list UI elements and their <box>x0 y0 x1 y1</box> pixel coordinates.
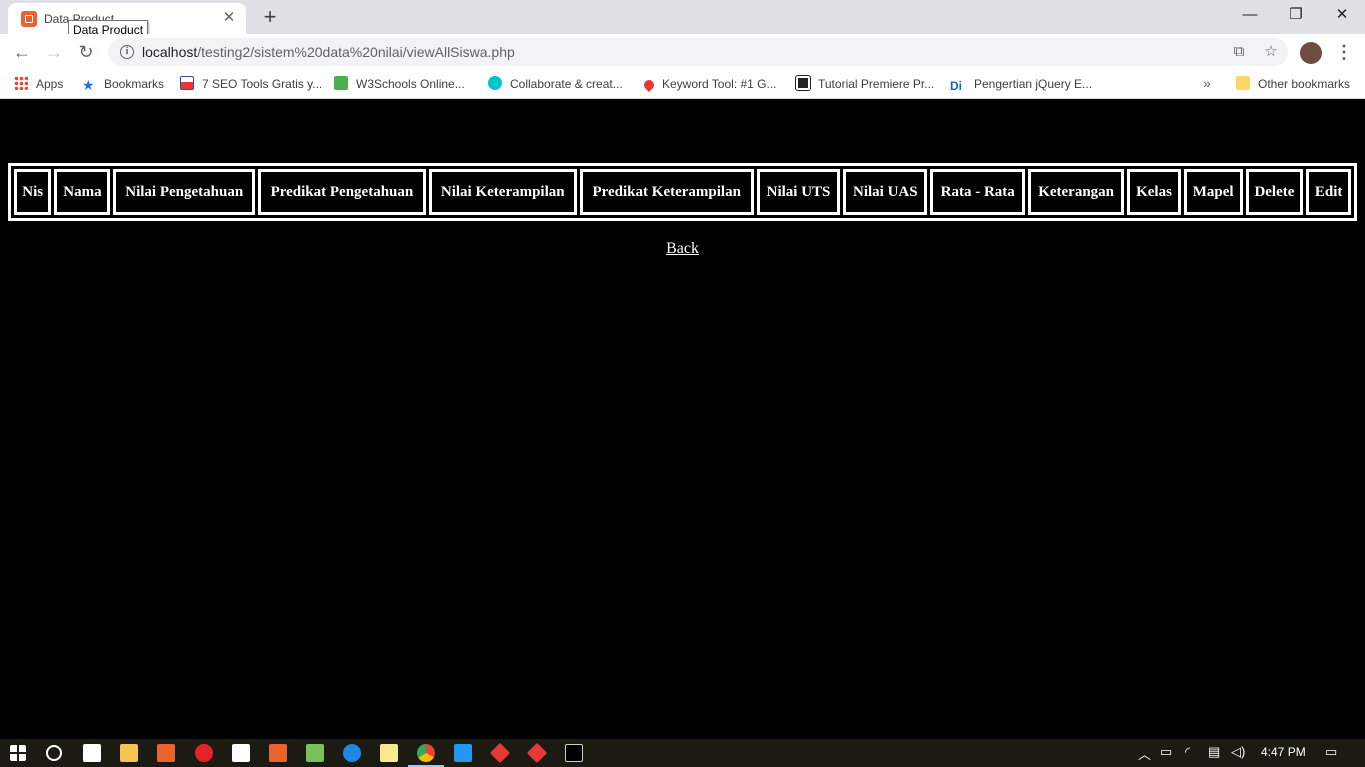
reload-icon[interactable]: ↻ <box>72 38 100 66</box>
notepad-icon[interactable] <box>380 744 398 762</box>
url-text[interactable]: localhost/testing2/sistem%20data%20nilai… <box>142 44 515 60</box>
back-link[interactable]: Back <box>0 240 1365 258</box>
clock[interactable]: 4:47 PM <box>1261 745 1306 759</box>
di-icon: Di <box>950 79 962 93</box>
site-info-icon[interactable]: i <box>120 45 134 59</box>
xampp-icon[interactable] <box>269 744 287 762</box>
table-header-row: Nis Nama Nilai Pengetahuan Predikat Pengeta… <box>14 169 1351 215</box>
column-header: Nilai Pengetahuan <box>113 169 255 215</box>
bookmark-canva[interactable]: Collaborate & creat... <box>488 76 623 92</box>
bookmark-seo-tools[interactable]: 7 SEO Tools Gratis y... <box>180 76 322 92</box>
address-bar[interactable]: i localhost/testing2/sistem%20data%20nil… <box>108 38 1288 66</box>
tab-strip: Data Product ✕ + — ❐ ✕ <box>0 0 1365 34</box>
windows-start-icon[interactable] <box>10 745 26 761</box>
url-host: localhost <box>142 44 198 60</box>
chevron-up-icon[interactable]: ︿ <box>1138 744 1151 763</box>
column-header: Nilai Keterampilan <box>428 169 577 215</box>
profile-avatar[interactable] <box>1300 42 1322 64</box>
column-header: Rata - Rata <box>930 169 1025 215</box>
cmd-icon[interactable] <box>565 744 583 762</box>
column-header: Predikat Keterampilan <box>579 169 754 215</box>
edge-icon[interactable] <box>343 744 361 762</box>
app-red-2-icon[interactable] <box>526 742 548 764</box>
forward-arrow-icon[interactable]: → <box>40 38 68 66</box>
column-header: Delete <box>1245 169 1304 215</box>
bookmark-bookmarks[interactable]: ★ Bookmarks <box>82 76 164 92</box>
url-path: /testing2/sistem%20data%20nilai/viewAllS… <box>197 44 515 60</box>
chrome-icon[interactable] <box>417 744 435 762</box>
bookmark-star-icon[interactable]: ☆ <box>1261 42 1281 62</box>
store-icon[interactable] <box>83 744 101 762</box>
search-circle-icon[interactable] <box>46 745 62 761</box>
column-header: Predikat Pengetahuan <box>257 169 426 215</box>
back-arrow-icon[interactable]: ← <box>8 38 36 66</box>
column-header: Mapel <box>1183 169 1243 215</box>
grades-table: Nis Nama Nilai Pengetahuan Predikat Pengeta… <box>8 163 1357 221</box>
printer-icon[interactable]: ▤ <box>1208 744 1220 760</box>
vscode-icon[interactable] <box>454 744 472 762</box>
xampp-favicon-icon <box>21 11 37 27</box>
bookmark-keyword-tool[interactable]: Keyword Tool: #1 G... <box>641 76 777 93</box>
browser-toolbar: ← → ↻ i localhost/testing2/sistem%20data… <box>0 34 1365 70</box>
browser-menu-icon[interactable]: ⋮ <box>1334 39 1354 65</box>
bookmark-apps[interactable]: Apps <box>14 76 63 92</box>
maximize-button[interactable]: ❐ <box>1273 0 1319 30</box>
android-icon[interactable] <box>306 744 324 762</box>
tab-close-icon[interactable]: ✕ <box>220 9 238 27</box>
column-header: Kelas <box>1127 169 1181 215</box>
new-tab-button[interactable]: + <box>258 5 282 29</box>
bookmark-jquery[interactable]: Di Pengertian jQuery E... <box>950 76 1092 93</box>
translate-icon[interactable]: ⧉ <box>1229 42 1249 62</box>
w3schools-icon <box>334 76 348 90</box>
canva-icon <box>488 76 502 90</box>
notifications-icon[interactable]: ▭ <box>1325 744 1337 760</box>
column-header: Edit <box>1306 169 1351 215</box>
column-header: Nama <box>54 169 111 215</box>
bookmark-premiere[interactable]: Tutorial Premiere Pr... <box>795 75 934 92</box>
bookmark-w3schools[interactable]: W3Schools Online... <box>334 76 465 92</box>
bookmarks-overflow-icon[interactable]: » <box>1203 75 1211 91</box>
file-explorer-icon[interactable] <box>120 744 138 762</box>
battery-icon[interactable]: ▭ <box>1160 744 1172 760</box>
folder-icon <box>1236 76 1250 90</box>
bookmark-other[interactable]: Other bookmarks <box>1236 76 1350 92</box>
column-header: Nilai UTS <box>756 169 841 215</box>
sublime-icon[interactable] <box>157 744 175 762</box>
window-close-button[interactable]: ✕ <box>1319 0 1365 30</box>
volume-icon[interactable]: ◁) <box>1231 744 1245 760</box>
mail-icon[interactable] <box>232 744 250 762</box>
column-header: Nilai UAS <box>843 169 928 215</box>
column-header: Keterangan <box>1027 169 1125 215</box>
column-header: Nis <box>14 169 52 215</box>
flame-icon <box>641 77 657 93</box>
qr-icon <box>795 75 811 91</box>
bookmarks-bar: Apps ★ Bookmarks 7 SEO Tools Gratis y... … <box>0 70 1365 99</box>
app-red-icon[interactable] <box>489 742 511 764</box>
windows-taskbar: ︿ ▭ ◜ ▤ ◁) 4:47 PM ▭ <box>0 739 1365 767</box>
minimize-button[interactable]: — <box>1227 0 1273 30</box>
flask-icon <box>180 76 194 90</box>
star-icon: ★ <box>82 77 95 93</box>
wifi-icon[interactable]: ◜ <box>1185 744 1190 760</box>
page-content: Nis Nama Nilai Pengetahuan Predikat Pengeta… <box>0 99 1365 739</box>
opera-icon[interactable] <box>195 744 213 762</box>
apps-grid-icon <box>14 76 28 90</box>
